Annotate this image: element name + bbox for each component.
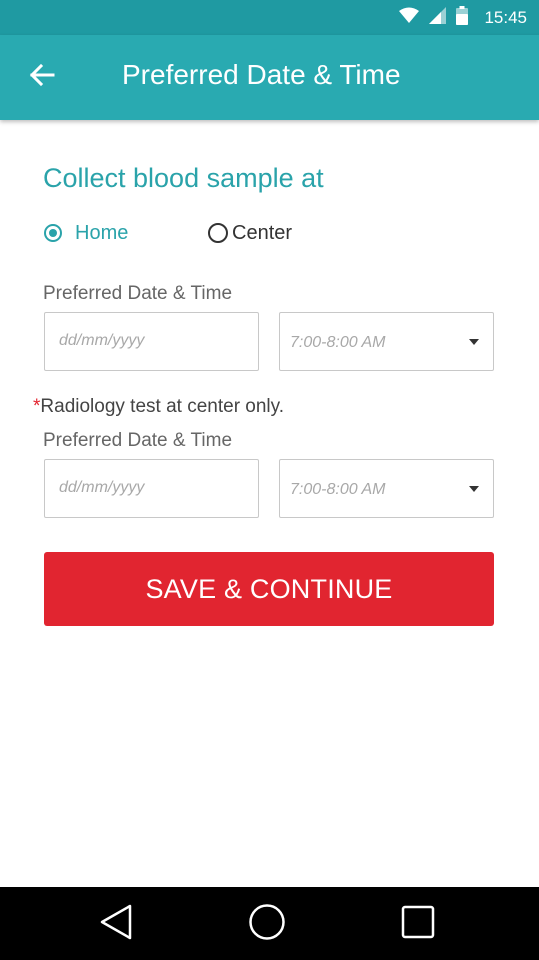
nav-recents-button[interactable] [388, 901, 448, 947]
nav-back-button[interactable] [86, 901, 146, 947]
square-recents-icon [401, 905, 435, 944]
radio-home[interactable]: Home [44, 218, 128, 248]
time-slot-select-2[interactable]: 7:00-8:00 AM [279, 459, 494, 518]
page-title: Preferred Date & Time [122, 59, 401, 90]
app-bar: Preferred Date & Time [0, 35, 539, 120]
circle-home-icon [248, 903, 286, 946]
date-input-placeholder-2: dd/mm/yyyy [59, 479, 145, 496]
time-slot-value: 7:00-8:00 AM [290, 334, 386, 351]
radiology-note: *Radiology test at center only. [33, 396, 284, 418]
navigation-bar [0, 887, 539, 960]
signal-icon [429, 6, 447, 29]
nav-home-button[interactable] [237, 901, 297, 947]
radio-unchecked-icon [208, 223, 228, 243]
dropdown-arrow-icon [469, 486, 479, 492]
back-button[interactable] [20, 55, 64, 99]
arrow-left-icon [29, 63, 55, 92]
save-continue-button[interactable]: SAVE & CONTINUE [44, 552, 494, 626]
preferred-date-time-label: Preferred Date & Time [43, 283, 233, 304]
wifi-icon [399, 7, 420, 28]
date-input[interactable]: dd/mm/yyyy [44, 312, 259, 371]
triangle-back-icon [99, 903, 133, 946]
status-time: 15:45 [484, 7, 527, 27]
status-icons: 15:45 [399, 0, 527, 35]
time-slot-value-2: 7:00-8:00 AM [290, 481, 386, 498]
radiology-note-text: Radiology test at center only. [40, 396, 285, 417]
radio-center-label: Center [232, 221, 293, 244]
battery-icon [456, 5, 469, 30]
time-slot-select[interactable]: 7:00-8:00 AM [279, 312, 494, 371]
collect-sample-heading: Collect blood sample at [43, 163, 324, 193]
status-bar: 15:45 [0, 0, 539, 35]
preferred-date-time-label-2: Preferred Date & Time [43, 430, 233, 451]
date-input-2[interactable]: dd/mm/yyyy [44, 459, 259, 518]
radio-checked-icon [44, 224, 62, 242]
radio-home-label: Home [75, 221, 129, 244]
radio-center[interactable]: Center [208, 218, 292, 248]
date-input-placeholder: dd/mm/yyyy [59, 332, 145, 349]
dropdown-arrow-icon [469, 339, 479, 345]
